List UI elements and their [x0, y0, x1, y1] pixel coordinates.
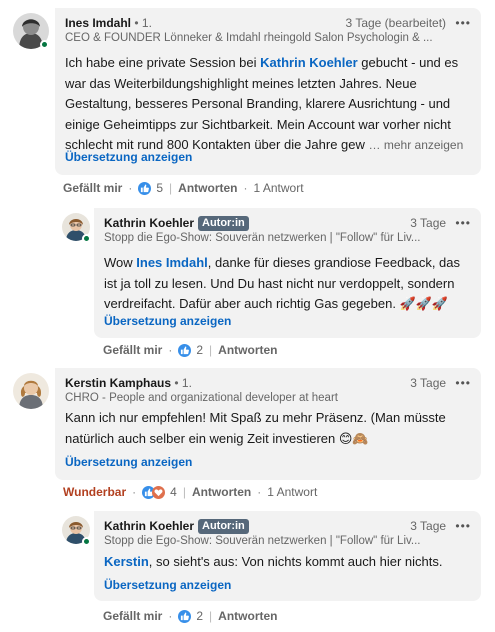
comment-text: Ich habe eine private Session bei Kathri…: [65, 55, 464, 152]
like-button[interactable]: Gefällt mir: [103, 609, 162, 623]
mention-link[interactable]: Ines Imdahl: [136, 255, 208, 270]
translate-link[interactable]: Übersetzung anzeigen: [65, 455, 192, 469]
like-reaction-icon: [178, 609, 192, 623]
online-status-icon: [40, 40, 49, 49]
reply-kathrin-koehler-1: Kathrin Koehler Autor:in 3 Tage ••• Stopp…: [0, 205, 495, 360]
rocket-emoji: 🚀🚀🚀: [399, 296, 449, 311]
connection-degree: • 1.: [174, 376, 192, 390]
timestamp: 3 Tage (bearbeitet): [345, 16, 447, 30]
translate-link[interactable]: Übersetzung anzeigen: [104, 314, 231, 328]
translate-link[interactable]: Übersetzung anzeigen: [65, 150, 192, 164]
heart-reaction-icon: [152, 485, 166, 499]
author-headline: Stopp die Ego-Show: Souverän netzwerken …: [104, 535, 421, 547]
comment-actions: Gefällt mir · 2 | Antworten: [103, 609, 278, 623]
reaction-count: 2: [196, 609, 204, 623]
love-reaction-button[interactable]: Wunderbar: [63, 485, 126, 499]
reply-button[interactable]: Antworten: [218, 609, 277, 623]
reaction-count: 4: [170, 485, 177, 499]
like-button[interactable]: Gefällt mir: [63, 181, 122, 195]
connection-degree: • 1.: [134, 16, 152, 30]
comment-bubble: Kathrin Koehler Autor:in 3 Tage ••• Stopp…: [94, 208, 481, 338]
author-headline: CHRO - People and organizational develop…: [65, 392, 338, 404]
smile-emoji: 😊🙈: [338, 430, 369, 446]
online-status-icon: [82, 234, 91, 243]
comment-text: Wow Ines Imdahl, danke für dieses grandi…: [104, 255, 461, 311]
reactions-summary[interactable]: 4: [142, 485, 177, 499]
author-name[interactable]: Kathrin Koehler Autor:in: [104, 519, 249, 534]
more-options-icon[interactable]: •••: [455, 376, 471, 390]
mention-link[interactable]: Kerstin: [104, 554, 149, 569]
author-name[interactable]: Ines Imdahl • 1.: [65, 16, 152, 30]
reply-button[interactable]: Antworten: [218, 343, 277, 357]
author-badge: Autor:in: [198, 519, 249, 534]
author-headline: Stopp die Ego-Show: Souverän netzwerken …: [104, 232, 421, 244]
reply-button[interactable]: Antworten: [192, 485, 251, 499]
see-more-link[interactable]: … mehr anzeigen: [369, 138, 464, 152]
comment-bubble: Kathrin Koehler Autor:in 3 Tage ••• Stopp…: [94, 511, 481, 601]
more-options-icon[interactable]: •••: [455, 16, 471, 30]
reaction-count: 2: [196, 343, 204, 357]
comment-bubble: Kerstin Kamphaus • 1. 3 Tage ••• CHRO - …: [55, 368, 481, 480]
reaction-count: 5: [156, 181, 164, 195]
translate-link[interactable]: Übersetzung anzeigen: [104, 578, 231, 592]
comment-ines-imdahl: Ines Imdahl • 1. 3 Tage (bearbeitet) •••…: [0, 0, 495, 200]
like-button[interactable]: Gefällt mir: [103, 343, 162, 357]
reactions-summary[interactable]: 2: [178, 343, 203, 357]
like-reaction-icon: [178, 343, 192, 357]
timestamp: 3 Tage: [410, 519, 447, 533]
more-options-icon[interactable]: •••: [455, 519, 471, 533]
reply-count[interactable]: 1 Antwort: [267, 485, 317, 499]
reactions-summary[interactable]: 2: [178, 609, 203, 623]
author-name[interactable]: Kerstin Kamphaus • 1.: [65, 376, 192, 390]
reply-count[interactable]: 1 Antwort: [254, 181, 304, 195]
mention-link[interactable]: Kathrin Koehler: [260, 55, 358, 70]
comment-actions: Gefällt mir · 5 | Antworten · 1 Antwort: [63, 181, 304, 195]
comment-text: Kann ich nur empfehlen! Mit Spaß zu mehr…: [65, 410, 446, 446]
author-headline: CEO & FOUNDER Lönneker & Imdahl rheingol…: [65, 32, 433, 44]
comment-kerstin-kamphaus: Kerstin Kamphaus • 1. 3 Tage ••• CHRO - …: [0, 365, 495, 500]
comment-actions: Gefällt mir · 2 | Antworten: [103, 343, 278, 357]
reply-kathrin-koehler-2: Kathrin Koehler Autor:in 3 Tage ••• Stopp…: [0, 508, 495, 632]
timestamp: 3 Tage: [410, 216, 447, 230]
avatar-kerstin-kamphaus[interactable]: [13, 373, 49, 409]
reactions-summary[interactable]: 5: [138, 181, 163, 195]
more-options-icon[interactable]: •••: [455, 216, 471, 230]
like-reaction-icon: [138, 181, 152, 195]
author-badge: Autor:in: [198, 216, 249, 231]
author-name[interactable]: Kathrin Koehler Autor:in: [104, 216, 249, 231]
reply-button[interactable]: Antworten: [178, 181, 237, 195]
timestamp: 3 Tage: [410, 376, 447, 390]
comment-text: Kerstin, so sieht's aus: Von nichts komm…: [104, 554, 443, 569]
comment-bubble: Ines Imdahl • 1. 3 Tage (bearbeitet) •••…: [55, 8, 481, 175]
online-status-icon: [82, 537, 91, 546]
comment-actions: Wunderbar · 4 | Antworten · 1 Antwort: [63, 485, 318, 499]
